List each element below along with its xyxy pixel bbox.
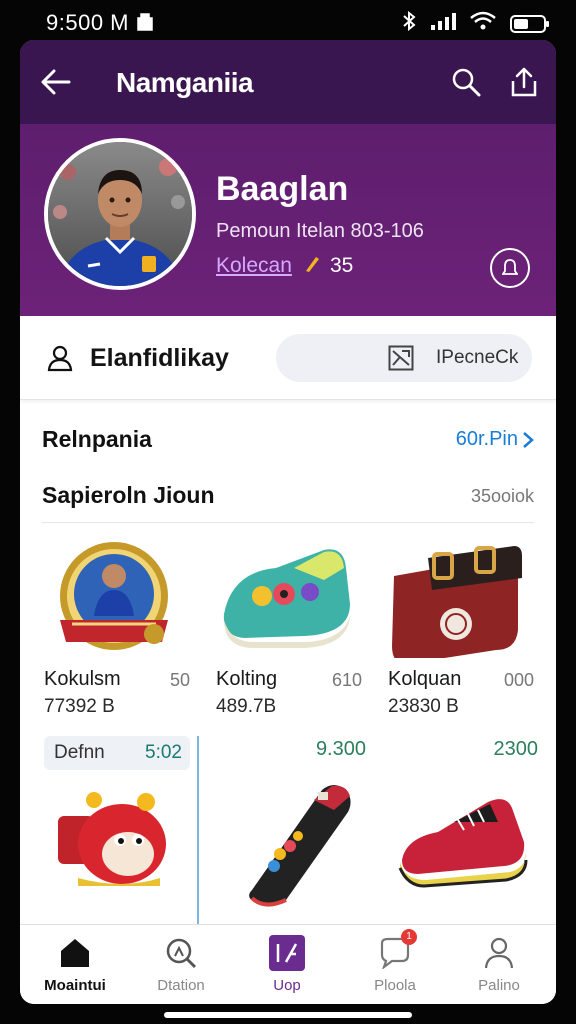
product-qty: 610 — [331, 670, 362, 690]
account-row[interactable]: Elanfidlikay IPecneCk — [20, 316, 556, 400]
shop-icon — [267, 933, 307, 973]
see-all-link[interactable]: 60r.Pin — [456, 428, 534, 451]
user-icon — [46, 344, 74, 377]
profile-count: 35 — [330, 254, 354, 277]
app-screen: Namganiia Baaglan Pemoun Itelan 803-106 … — [20, 40, 556, 1004]
profile-header: Namganiia Baaglan Pemoun Itelan 803-106 … — [20, 40, 556, 316]
product-name: Kolquan — [388, 668, 462, 690]
chip-label: Defnn — [54, 742, 105, 763]
product-price: 23830 B — [388, 696, 459, 717]
battery-icon — [510, 14, 549, 33]
product-card[interactable]: 2300 — [386, 736, 556, 926]
top-nav: Namganiia — [20, 40, 556, 124]
chat-icon: 1 — [375, 929, 417, 973]
share-icon — [511, 67, 537, 97]
product-image — [394, 792, 544, 897]
tab-chat[interactable]: 1 Ploola — [350, 929, 440, 997]
product-price: 489.7B — [216, 696, 277, 717]
product-card[interactable]: Kolting 610 489.7B — [214, 538, 384, 728]
section-title: Sapieroln Jioun — [42, 482, 215, 508]
notification-icon — [136, 12, 154, 37]
back-button[interactable] — [36, 62, 76, 102]
search-button[interactable] — [446, 62, 486, 102]
search-icon — [161, 933, 201, 973]
image-box-icon — [388, 345, 414, 376]
chip-value: 5:02 — [145, 742, 182, 763]
product-price: 9.300 — [315, 738, 366, 760]
profile-name: Baaglan — [216, 170, 349, 208]
share-button[interactable] — [504, 62, 544, 102]
product-image — [214, 538, 384, 658]
account-pill-button[interactable]: IPecneCk — [276, 334, 532, 382]
divider — [42, 522, 534, 523]
product-qty: 50 — [169, 670, 190, 690]
tab-label: Dtation — [157, 977, 205, 994]
product-qty: 000 — [503, 670, 534, 690]
profile-icon — [479, 933, 519, 973]
search-icon — [452, 68, 481, 97]
tab-shop[interactable]: Uop — [242, 933, 332, 997]
avatar[interactable] — [44, 138, 196, 290]
pencil-icon — [304, 255, 320, 278]
profile-subtitle: Pemoun Itelan 803-106 — [216, 220, 424, 242]
time-chip: Defnn 5:02 — [44, 736, 190, 770]
product-image — [42, 782, 192, 897]
product-card[interactable]: Defnn 5:02 — [42, 736, 212, 926]
status-time: 9:500 M — [46, 10, 129, 35]
product-price: 77392 B — [44, 696, 115, 717]
product-price: 2300 — [493, 738, 539, 760]
section-header-2: Sapieroln Jioun 35ooiok — [42, 480, 534, 510]
tab-profile[interactable]: Palino — [454, 933, 544, 997]
signal-icon — [430, 12, 456, 35]
page-title: Namganiia — [116, 67, 254, 98]
section-header-1: Relnpania 60r.Pin — [42, 424, 534, 454]
wifi-icon — [470, 11, 496, 36]
section-title: Relnpania — [42, 426, 152, 452]
product-card[interactable]: 9.300 — [214, 736, 384, 926]
tab-label: Uop — [273, 977, 301, 994]
product-card[interactable]: Kokulsm 50 77392 B — [42, 538, 212, 728]
tab-search[interactable]: Dtation — [136, 933, 226, 997]
home-indicator[interactable] — [164, 1012, 412, 1018]
back-arrow-icon — [41, 69, 71, 95]
chevron-right-icon — [523, 431, 534, 448]
pill-label: IPecneCk — [436, 347, 519, 368]
bell-icon — [502, 259, 518, 275]
product-image — [386, 538, 556, 664]
tab-label: Moaintui — [44, 977, 106, 994]
account-label: Elanfidlikay — [90, 344, 229, 372]
notification-badge: 1 — [401, 929, 417, 945]
product-card[interactable]: Kolquan 000 23830 B — [386, 538, 556, 728]
tab-home[interactable]: Moaintui — [30, 933, 120, 997]
bluetooth-icon — [402, 10, 416, 36]
product-image — [228, 780, 368, 915]
tab-label: Ploola — [374, 977, 416, 994]
follow-button[interactable] — [490, 248, 530, 288]
status-bar: 9:500 M — [0, 0, 576, 44]
divider — [197, 736, 199, 926]
bottom-tab-bar: Moaintui Dtation Uop 1 Ploola Palino — [20, 924, 556, 1004]
section-meta: 35ooiok — [470, 486, 534, 506]
product-name: Kolting — [216, 668, 278, 690]
product-image — [42, 538, 212, 658]
see-all-label: 60r.Pin — [455, 428, 518, 450]
product-name: Kokulsm — [44, 668, 121, 690]
profile-link[interactable]: Kolecan — [216, 254, 292, 278]
tab-label: Palino — [478, 977, 520, 994]
home-icon — [55, 933, 95, 973]
